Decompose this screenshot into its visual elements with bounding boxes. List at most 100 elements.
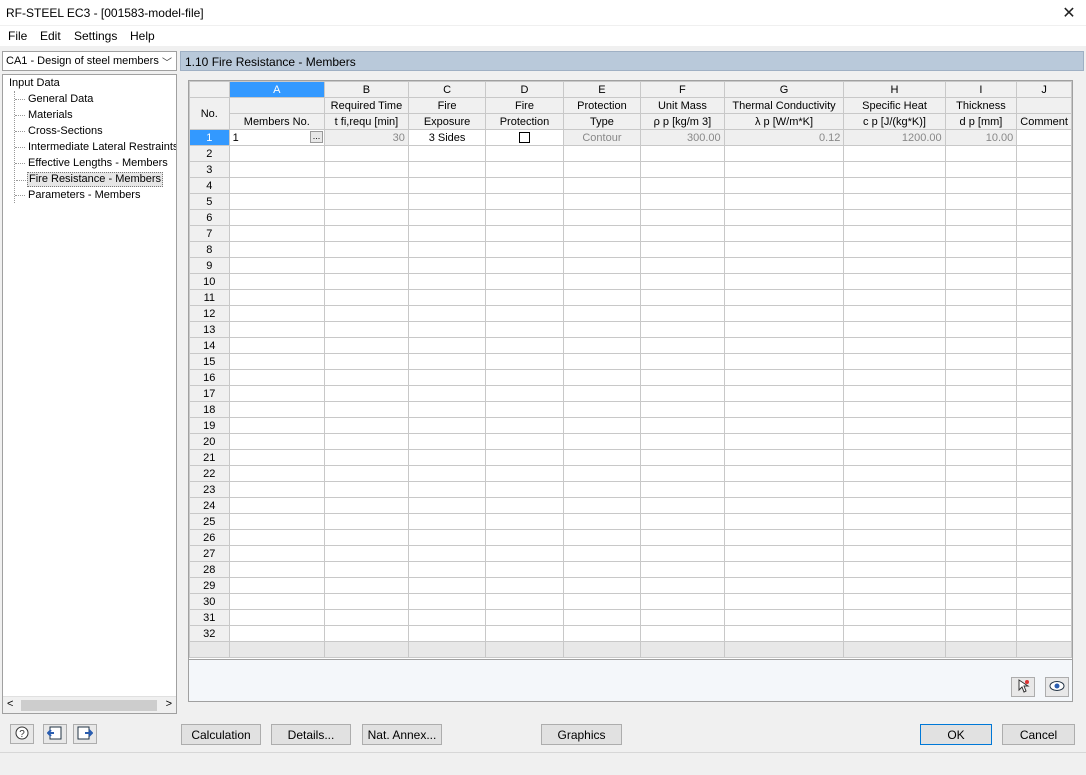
grid-cell[interactable]	[324, 257, 409, 274]
grid-cell[interactable]	[324, 401, 409, 418]
case-select[interactable]: CA1 - Design of steel members ﹀	[2, 51, 177, 71]
grid-cell[interactable]	[843, 497, 946, 514]
row-number[interactable]: 22	[189, 465, 230, 482]
grid-cell[interactable]	[1016, 401, 1072, 418]
grid-cell[interactable]	[723, 545, 845, 562]
row-number[interactable]: 32	[189, 625, 230, 642]
grid-cell[interactable]	[843, 289, 946, 306]
grid-cell[interactable]	[723, 209, 845, 226]
grid-cell[interactable]	[723, 625, 845, 642]
grid-cell[interactable]	[1016, 577, 1072, 594]
grid-cell[interactable]	[324, 161, 409, 178]
grid-cell[interactable]	[640, 609, 725, 626]
grid-cell[interactable]	[228, 385, 326, 402]
row-number[interactable]: 5	[189, 193, 230, 210]
grid-cell[interactable]	[640, 177, 725, 194]
help-button[interactable]: ?	[10, 724, 34, 744]
row-number[interactable]: 28	[189, 561, 230, 578]
grid-cell[interactable]	[843, 385, 946, 402]
grid-cell[interactable]	[1016, 385, 1072, 402]
scroll-right-icon[interactable]: >	[166, 698, 172, 710]
grid-cell[interactable]	[1016, 545, 1072, 562]
grid-cell[interactable]	[843, 481, 946, 498]
grid-cell[interactable]	[485, 513, 564, 530]
grid-cell[interactable]	[485, 337, 564, 354]
grid-cell[interactable]	[324, 305, 409, 322]
grid-cell[interactable]	[1016, 433, 1072, 450]
menu-edit[interactable]: Edit	[40, 29, 61, 43]
grid-cell[interactable]	[1016, 449, 1072, 466]
details-button[interactable]: Details...	[271, 724, 351, 745]
row-number[interactable]: 20	[189, 433, 230, 450]
grid-cell[interactable]	[485, 193, 564, 210]
grid-cell[interactable]	[944, 385, 1018, 402]
grid-cell[interactable]	[324, 177, 409, 194]
grid-cell[interactable]	[1016, 625, 1072, 642]
grid-cell[interactable]	[485, 401, 564, 418]
grid-cell[interactable]	[640, 305, 725, 322]
grid-cell[interactable]	[723, 257, 845, 274]
grid-cell[interactable]	[843, 625, 946, 642]
row-number[interactable]: 15	[189, 353, 230, 370]
grid-cell[interactable]	[485, 593, 564, 610]
grid-cell[interactable]	[485, 177, 564, 194]
grid-cell[interactable]	[723, 401, 845, 418]
grid-cell[interactable]	[723, 385, 845, 402]
grid-cell[interactable]	[228, 161, 326, 178]
grid-cell[interactable]	[228, 593, 326, 610]
grid-cell[interactable]	[562, 593, 642, 610]
grid-cell[interactable]	[843, 193, 946, 210]
export-button[interactable]	[73, 724, 97, 744]
grid-cell[interactable]	[723, 529, 845, 546]
grid-cell[interactable]	[407, 193, 487, 210]
grid-cell[interactable]	[843, 225, 946, 242]
calculation-button[interactable]: Calculation	[181, 724, 261, 745]
grid-cell[interactable]	[485, 417, 564, 434]
grid-cell[interactable]	[640, 209, 725, 226]
grid-cell[interactable]	[1016, 593, 1072, 610]
grid-cell[interactable]	[640, 577, 725, 594]
grid-cell[interactable]	[485, 449, 564, 466]
menu-settings[interactable]: Settings	[74, 29, 117, 43]
grid-cell[interactable]	[640, 193, 725, 210]
col-letter-j[interactable]: J	[1016, 81, 1072, 98]
grid-cell[interactable]	[723, 481, 845, 498]
grid-cell[interactable]	[1016, 241, 1072, 258]
grid-cell[interactable]	[485, 209, 564, 226]
grid-cell[interactable]	[944, 529, 1018, 546]
grid-cell[interactable]	[1016, 497, 1072, 514]
grid-cell[interactable]	[640, 385, 725, 402]
specific-heat-cell[interactable]: 1200.00	[843, 129, 946, 146]
grid-cell[interactable]	[407, 385, 487, 402]
grid-cell[interactable]	[1016, 177, 1072, 194]
grid-cell[interactable]	[407, 561, 487, 578]
grid-cell[interactable]	[640, 289, 725, 306]
grid-cell[interactable]	[407, 417, 487, 434]
grid-cell[interactable]	[944, 209, 1018, 226]
grid-cell[interactable]	[228, 433, 326, 450]
grid-cell[interactable]	[944, 369, 1018, 386]
grid-cell[interactable]	[843, 577, 946, 594]
row-number[interactable]: 9	[189, 257, 230, 274]
grid-cell[interactable]	[485, 225, 564, 242]
grid-cell[interactable]	[1016, 465, 1072, 482]
tree-item-parameters[interactable]: Parameters - Members	[14, 188, 141, 203]
grid-cell[interactable]	[843, 465, 946, 482]
grid-cell[interactable]	[485, 609, 564, 626]
grid-cell[interactable]	[843, 609, 946, 626]
grid-cell[interactable]	[407, 465, 487, 482]
grid-cell[interactable]	[407, 433, 487, 450]
grid-cell[interactable]	[485, 145, 564, 162]
grid-cell[interactable]	[843, 369, 946, 386]
row-number[interactable]: 6	[189, 209, 230, 226]
grid-cell[interactable]	[324, 369, 409, 386]
grid-cell[interactable]	[324, 465, 409, 482]
grid-cell[interactable]	[485, 241, 564, 258]
grid-cell[interactable]	[562, 433, 642, 450]
grid-cell[interactable]	[324, 449, 409, 466]
grid-cell[interactable]	[1016, 353, 1072, 370]
grid-cell[interactable]	[723, 177, 845, 194]
grid-cell[interactable]	[843, 257, 946, 274]
grid-cell[interactable]	[843, 273, 946, 290]
grid-cell[interactable]	[944, 337, 1018, 354]
